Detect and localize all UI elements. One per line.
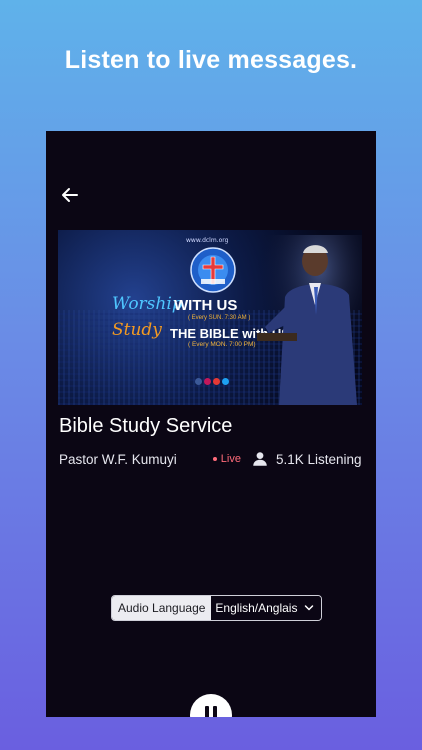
pause-icon-bar — [213, 706, 217, 717]
church-logo — [190, 247, 236, 293]
pause-icon — [205, 706, 209, 717]
back-arrow-icon[interactable] — [58, 183, 82, 207]
audio-language-selector: Audio Language English/Anglais — [111, 595, 323, 621]
live-badge: Live — [212, 453, 241, 465]
facebook-icon — [195, 378, 202, 385]
banner-with-us: WITH US — [174, 297, 238, 314]
chevron-down-icon — [305, 605, 314, 611]
instagram-icon — [204, 378, 211, 385]
live-label: Live — [220, 453, 241, 465]
listener-count: 5.1K Listening — [251, 450, 362, 468]
phone-screen: www.dclm.org Worship WITH US ( Every SUN… — [46, 131, 376, 717]
audio-language-label: Audio Language — [112, 596, 212, 620]
service-title: Bible Study Service — [59, 415, 233, 437]
banner-site-url: www.dclm.org — [186, 237, 229, 244]
service-meta: Pastor W.F. Kumuyi Live 5.1K Listening — [59, 449, 369, 469]
banner-sunday-time: ( Every SUN. 7:30 AM ) — [188, 315, 251, 321]
headline: Listen to live messages. — [64, 46, 358, 74]
preacher-name: Pastor W.F. Kumuyi — [59, 451, 177, 467]
youtube-icon — [213, 378, 220, 385]
audio-language-value: English/Anglais — [215, 601, 298, 615]
person-icon — [253, 452, 267, 466]
listener-count-label: 5.1K Listening — [275, 451, 362, 467]
live-dot-icon — [212, 457, 217, 461]
pastor-photo — [257, 235, 362, 405]
service-banner: www.dclm.org Worship WITH US ( Every SUN… — [58, 230, 362, 405]
banner-worship: Worship — [112, 294, 183, 314]
banner-monday-time: ( Every MON. 7:00 PM) — [188, 341, 256, 348]
audio-language-dropdown[interactable]: English/Anglais — [211, 596, 322, 620]
twitter-icon — [222, 378, 229, 385]
pause-button[interactable] — [190, 694, 232, 717]
social-icons — [195, 378, 229, 385]
banner-study: Study — [112, 320, 162, 340]
